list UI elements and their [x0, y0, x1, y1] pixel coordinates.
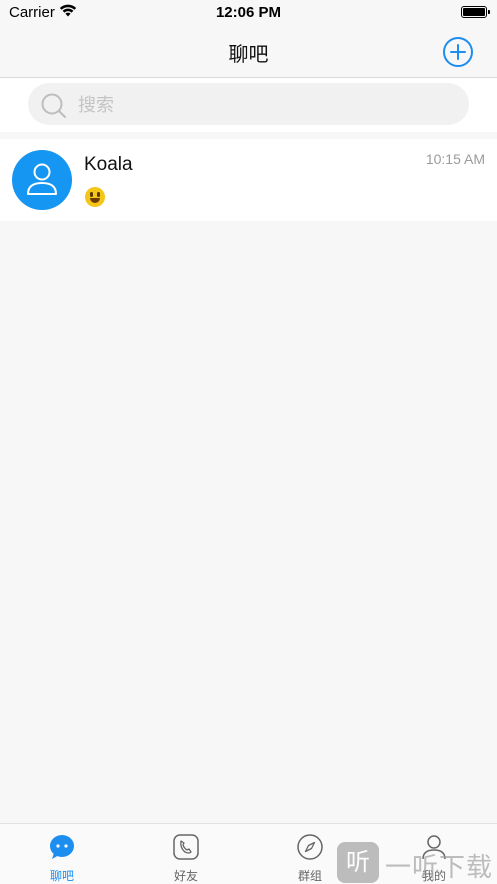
avatar — [12, 150, 72, 210]
smiley-emoji-icon — [85, 187, 105, 207]
tab-label: 聊吧 — [49, 869, 74, 883]
plus-circle-icon — [443, 37, 473, 67]
watermark-text: 一听下载 — [385, 853, 494, 883]
add-button[interactable] — [442, 36, 474, 68]
status-time: 12:06 PM — [215, 4, 282, 21]
chat-name: Koala — [84, 154, 133, 175]
search-section — [0, 78, 497, 132]
search-icon — [41, 93, 67, 124]
chat-bubble-icon — [50, 835, 74, 859]
chat-last-message — [85, 187, 105, 212]
phone-icon — [173, 834, 199, 860]
page-title: 聊吧 — [228, 44, 269, 66]
tab-label: 好友 — [173, 869, 198, 883]
watermark-logo: 听 — [337, 842, 379, 883]
compass-icon — [297, 834, 323, 860]
status-bar: Carrier 12:06 PM — [0, 0, 497, 26]
search-input[interactable] — [76, 83, 460, 127]
tab-chat[interactable]: 聊吧 — [0, 824, 124, 884]
watermark: 听 一听下载 — [337, 842, 497, 883]
person-icon — [27, 163, 57, 195]
search-bar[interactable] — [28, 83, 469, 127]
chat-time: 10:15 AM — [425, 151, 485, 167]
chat-list-item[interactable]: Koala 10:15 AM — [0, 139, 497, 221]
nav-bar: 聊吧 — [0, 26, 497, 78]
tab-friends[interactable]: 好友 — [124, 824, 248, 884]
battery-icon — [461, 6, 490, 18]
